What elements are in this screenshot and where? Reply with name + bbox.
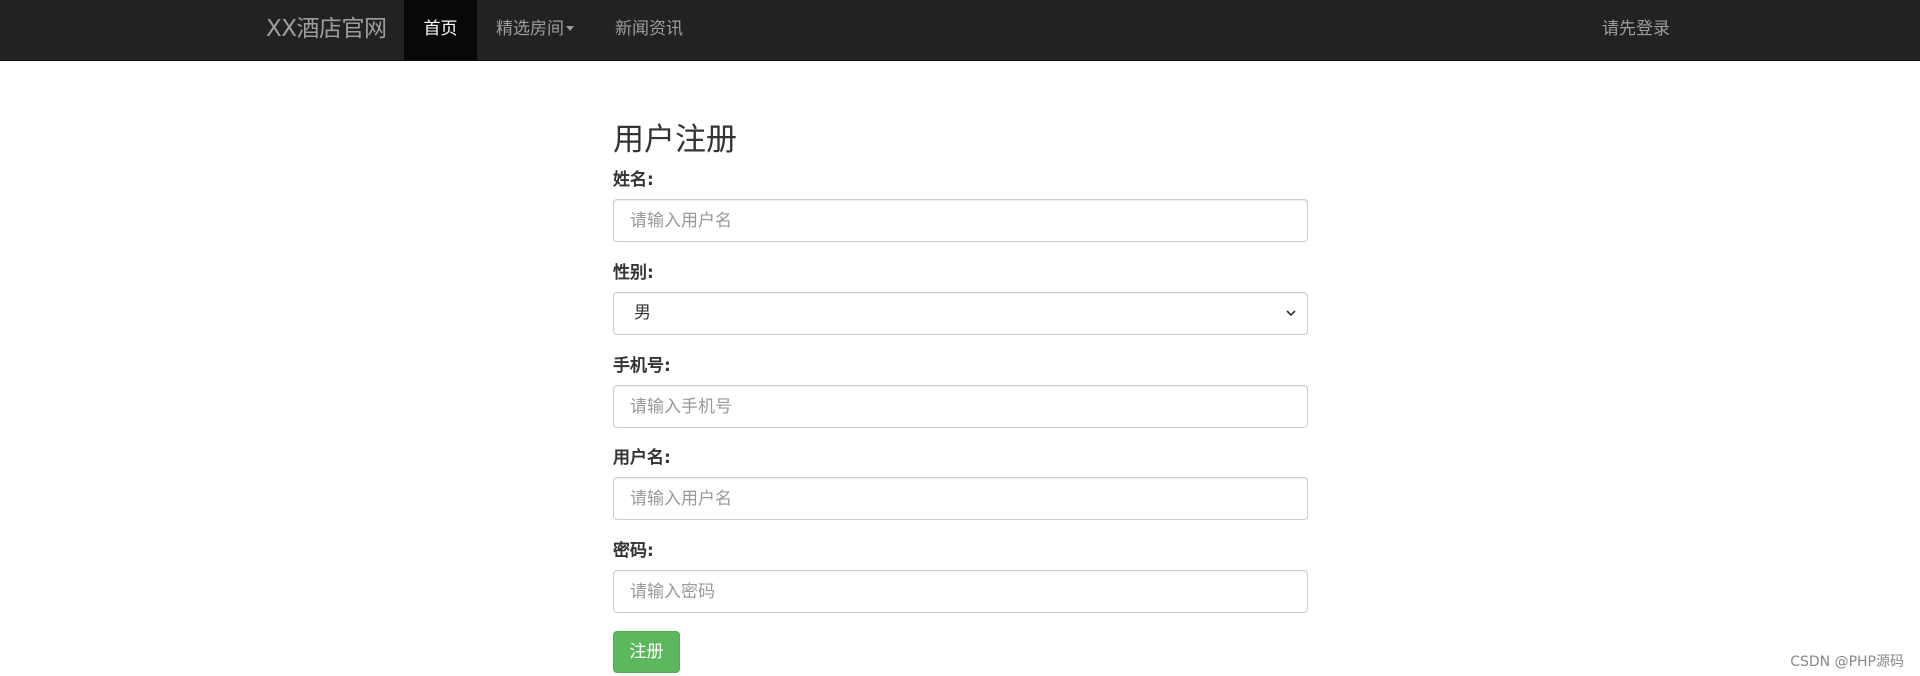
top-navbar: XX酒店官网 首页 精选房间 新闻资讯 请先登录 (0, 0, 1920, 61)
name-input[interactable] (613, 199, 1308, 242)
password-label: 密码: (613, 541, 654, 561)
register-button[interactable]: 注册 (613, 631, 680, 673)
phone-label: 手机号: (613, 356, 671, 376)
page-title: 用户注册 (613, 122, 737, 158)
nav-item-rooms[interactable]: 精选房间 (496, 0, 574, 60)
caret-down-icon (566, 25, 574, 31)
username-label: 用户名: (613, 448, 671, 468)
password-input[interactable] (613, 570, 1308, 613)
nav-item-home[interactable]: 首页 (404, 0, 477, 60)
nav-item-news[interactable]: 新闻资讯 (615, 0, 683, 60)
login-link[interactable]: 请先登录 (1602, 0, 1670, 60)
watermark: CSDN @PHP源码 (1790, 654, 1904, 670)
nav-item-rooms-label: 精选房间 (496, 19, 564, 39)
username-input[interactable] (613, 477, 1308, 520)
name-label: 姓名: (613, 170, 654, 190)
gender-label: 性别: (613, 263, 654, 283)
brand-logo[interactable]: XX酒店官网 (266, 0, 387, 60)
gender-selected-value: 男 (634, 303, 651, 323)
phone-input[interactable] (613, 385, 1308, 428)
chevron-down-icon (1286, 310, 1296, 317)
gender-select[interactable]: 男 (613, 292, 1308, 335)
